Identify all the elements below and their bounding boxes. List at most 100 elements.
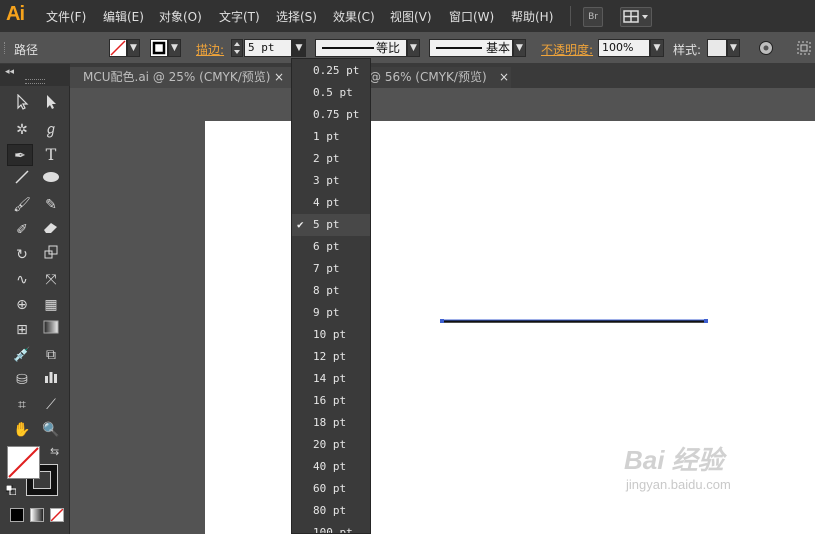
artboard-tool[interactable]: ⌗ — [9, 394, 35, 416]
opacity-label[interactable]: 不透明度: — [541, 41, 593, 58]
fill-swatch[interactable] — [109, 39, 127, 57]
fill-dropdown-arrow[interactable]: ▼ — [127, 39, 140, 57]
perspective-grid-icon: ▦ — [44, 297, 58, 313]
shape-builder-tool[interactable]: ⊕ — [9, 294, 35, 316]
fill-color-box[interactable] — [7, 446, 40, 479]
eraser-tool[interactable] — [38, 219, 64, 241]
stroke-weight-option[interactable]: 5 pt ✔ — [292, 214, 370, 236]
lasso-tool[interactable]: ℊ — [38, 119, 64, 141]
color-mode-button[interactable] — [10, 508, 24, 522]
brush-icon: 🖌 — [13, 197, 31, 213]
stroke-weight-option[interactable]: 100 pt — [292, 522, 370, 533]
pen-icon: ✒ — [14, 148, 26, 164]
bridge-button[interactable]: Br — [583, 7, 603, 27]
document-tab-1[interactable]: MCU配色.ai @ 25% (CMYK/预览) × — [70, 67, 291, 88]
none-mode-button[interactable] — [50, 508, 64, 522]
stroke-weight-option[interactable]: 60 pt — [292, 478, 370, 500]
eyedropper-tool[interactable]: 💉 — [9, 344, 35, 366]
direct-selection-tool[interactable] — [38, 94, 64, 116]
stroke-weight-option[interactable]: 10 pt — [292, 324, 370, 346]
width-tool[interactable]: ∿ — [9, 269, 35, 291]
ellipse-tool[interactable] — [38, 169, 64, 191]
zoom-tool[interactable]: 🔍 — [38, 419, 64, 441]
stroke-weight-dropdown-list: 0.25 pt 0.5 pt 0.75 pt 1 pt 2 pt 3 pt 4 pt 5 pt… — [291, 58, 371, 534]
menu-file[interactable]: 文件(F) — [46, 8, 86, 25]
paintbrush-tool[interactable]: 🖌 — [9, 194, 35, 216]
stroke-dropdown-arrow[interactable]: ▼ — [168, 39, 181, 57]
isolate-button[interactable] — [796, 40, 812, 59]
stroke-weight-label[interactable]: 描边: — [196, 41, 224, 58]
stroke-weight-option[interactable]: 9 pt — [292, 302, 370, 324]
stroke-swatch[interactable] — [150, 39, 168, 57]
stroke-weight-option[interactable]: 0.75 pt — [292, 104, 370, 126]
tab-close-icon[interactable]: × — [274, 67, 284, 88]
stroke-weight-option[interactable]: 0.25 pt — [292, 60, 370, 82]
stroke-weight-option[interactable]: 7 pt — [292, 258, 370, 280]
rotate-tool[interactable]: ↻ — [9, 244, 35, 266]
document-tab-bar: MCU配色.ai @ 25% (CMYK/预览) × @ 56% (CMYK/预… — [70, 64, 815, 88]
hand-tool[interactable]: ✋ — [9, 419, 35, 441]
gradient-tool[interactable] — [38, 319, 64, 341]
collapse-panel-icon[interactable]: ◂◂ — [5, 67, 14, 77]
stroke-weight-option[interactable]: 1 pt — [292, 126, 370, 148]
stroke-weight-option[interactable]: 0.5 pt — [292, 82, 370, 104]
stroke-weight-dropdown-arrow[interactable]: ▼ — [292, 39, 306, 57]
variable-width-dropdown-arrow[interactable]: ▼ — [407, 39, 420, 57]
brush-dropdown-arrow[interactable]: ▼ — [513, 39, 526, 57]
stroke-weight-option[interactable]: 14 pt — [292, 368, 370, 390]
line-segment-tool[interactable] — [9, 169, 35, 191]
type-tool[interactable]: T — [38, 144, 64, 166]
selection-tool[interactable] — [9, 93, 35, 116]
stroke-stepper[interactable] — [231, 39, 243, 57]
menu-effect[interactable]: 效果(C) — [333, 8, 375, 25]
stroke-weight-option[interactable]: 8 pt — [292, 280, 370, 302]
menu-view[interactable]: 视图(V) — [390, 8, 432, 25]
stroke-weight-option[interactable]: 3 pt — [292, 170, 370, 192]
menu-select[interactable]: 选择(S) — [276, 8, 317, 25]
opacity-dropdown-arrow[interactable]: ▼ — [650, 39, 664, 57]
swap-fill-stroke-icon[interactable]: ⇆ — [50, 445, 59, 458]
stroke-weight-option[interactable]: 40 pt — [292, 456, 370, 478]
brush-definition[interactable]: 基本 — [429, 39, 513, 57]
arrange-documents-button[interactable] — [620, 7, 652, 27]
arrange-grid-icon — [623, 10, 648, 23]
recolor-artwork-button[interactable] — [758, 40, 774, 59]
stroke-weight-option[interactable]: 80 pt — [292, 500, 370, 522]
watermark-url: jingyan.baidu.com — [626, 477, 731, 492]
scale-tool[interactable] — [38, 244, 64, 266]
stroke-weight-option[interactable]: 16 pt — [292, 390, 370, 412]
column-graph-tool[interactable] — [38, 369, 64, 391]
stroke-weight-option[interactable]: 2 pt — [292, 148, 370, 170]
graphic-style-dropdown-arrow[interactable]: ▼ — [727, 39, 740, 57]
pencil-tool[interactable]: ✎ — [38, 194, 64, 216]
mesh-tool[interactable]: ⊞ — [9, 319, 35, 341]
free-transform-tool[interactable]: ⤧ — [38, 269, 64, 291]
stroke-weight-option[interactable]: 4 pt — [292, 192, 370, 214]
magic-wand-tool[interactable]: ✲ — [9, 119, 35, 141]
gradient-mode-button[interactable] — [30, 508, 44, 522]
perspective-grid-tool[interactable]: ▦ — [38, 294, 64, 316]
pen-tool[interactable]: ✒ — [7, 144, 33, 166]
stroke-weight-input[interactable]: 5 pt — [244, 39, 292, 57]
stroke-weight-option[interactable]: 6 pt — [292, 236, 370, 258]
opacity-input[interactable]: 100% — [598, 39, 650, 57]
blob-brush-tool[interactable]: ✐ — [9, 219, 35, 241]
menu-window[interactable]: 窗口(W) — [449, 8, 494, 25]
variable-width-profile[interactable]: 等比 — [315, 39, 407, 57]
stroke-weight-option[interactable]: 20 pt — [292, 434, 370, 456]
blend-tool[interactable]: ⧉ — [38, 344, 64, 366]
slice-tool[interactable]: ⟋ — [38, 394, 64, 416]
menu-edit[interactable]: 编辑(E) — [103, 8, 144, 25]
menu-type[interactable]: 文字(T) — [219, 8, 260, 25]
graphic-style-swatch[interactable] — [707, 39, 727, 57]
tab-close-icon[interactable]: × — [499, 67, 509, 88]
symbol-sprayer-tool[interactable]: ⛁ — [9, 369, 35, 391]
direct-select-arrow-icon — [47, 95, 56, 109]
menu-object[interactable]: 对象(O) — [159, 8, 202, 25]
anchor-point-end[interactable] — [704, 319, 708, 323]
default-colors-icon[interactable] — [5, 484, 17, 496]
anchor-point-start[interactable] — [440, 319, 444, 323]
stroke-weight-option[interactable]: 18 pt — [292, 412, 370, 434]
stroke-weight-option[interactable]: 12 pt — [292, 346, 370, 368]
menu-help[interactable]: 帮助(H) — [511, 8, 553, 25]
